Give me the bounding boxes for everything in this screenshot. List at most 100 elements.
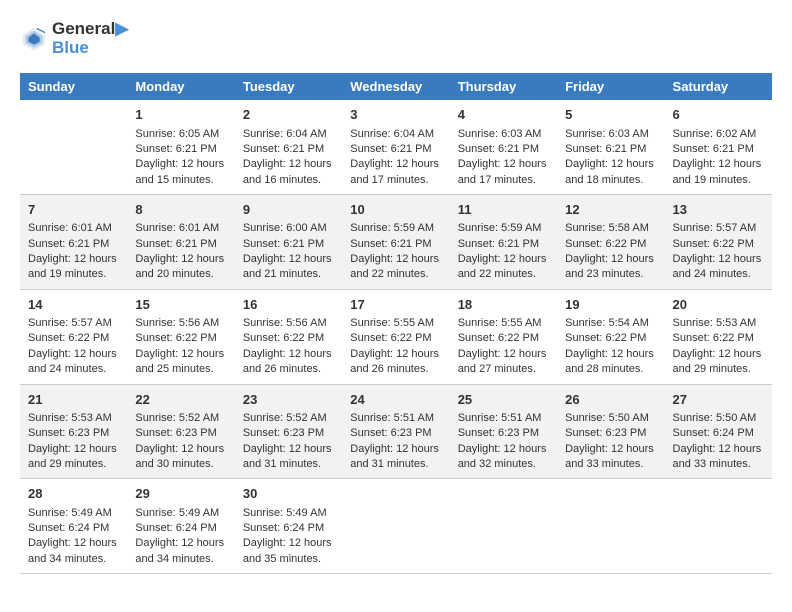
- calendar-cell: 18Sunrise: 5:55 AMSunset: 6:22 PMDayligh…: [450, 289, 557, 384]
- day-info-line: Sunrise: 6:04 AM: [243, 127, 334, 142]
- day-info-line: Daylight: 12 hours: [28, 347, 119, 362]
- day-info-line: and 19 minutes.: [673, 173, 764, 188]
- day-info-line: and 25 minutes.: [135, 362, 226, 377]
- header-cell-tuesday: Tuesday: [235, 73, 342, 100]
- day-info-line: Daylight: 12 hours: [350, 157, 441, 172]
- day-info-line: Daylight: 12 hours: [458, 347, 549, 362]
- calendar-cell: 7Sunrise: 6:01 AMSunset: 6:21 PMDaylight…: [20, 195, 127, 290]
- day-info-line: Daylight: 12 hours: [458, 157, 549, 172]
- calendar-cell: 19Sunrise: 5:54 AMSunset: 6:22 PMDayligh…: [557, 289, 664, 384]
- calendar-cell: [450, 479, 557, 574]
- day-info-line: Sunrise: 5:53 AM: [673, 316, 764, 331]
- day-info-line: Daylight: 12 hours: [28, 252, 119, 267]
- day-number: 19: [565, 296, 656, 314]
- header-row: SundayMondayTuesdayWednesdayThursdayFrid…: [20, 73, 772, 100]
- day-info-line: Sunrise: 5:49 AM: [243, 506, 334, 521]
- day-info-line: Sunrise: 5:59 AM: [350, 221, 441, 236]
- day-info-line: Sunrise: 5:51 AM: [350, 411, 441, 426]
- day-number: 17: [350, 296, 441, 314]
- day-info-line: Daylight: 12 hours: [673, 347, 764, 362]
- day-info-line: Sunrise: 5:49 AM: [135, 506, 226, 521]
- day-info-line: Daylight: 12 hours: [350, 442, 441, 457]
- day-info-line: Sunset: 6:21 PM: [565, 142, 656, 157]
- day-number: 29: [135, 485, 226, 503]
- day-number: 26: [565, 391, 656, 409]
- day-info-line: Daylight: 12 hours: [673, 442, 764, 457]
- day-number: 5: [565, 106, 656, 124]
- day-info-line: and 20 minutes.: [135, 267, 226, 282]
- day-info-line: Sunset: 6:22 PM: [458, 331, 549, 346]
- day-info-line: Sunset: 6:23 PM: [565, 426, 656, 441]
- logo-line1: General▶: [52, 20, 128, 39]
- day-info-line: Sunrise: 6:02 AM: [673, 127, 764, 142]
- calendar-cell: 20Sunrise: 5:53 AMSunset: 6:22 PMDayligh…: [665, 289, 772, 384]
- day-number: 11: [458, 201, 549, 219]
- day-info-line: Daylight: 12 hours: [458, 252, 549, 267]
- day-number: 27: [673, 391, 764, 409]
- header-cell-wednesday: Wednesday: [342, 73, 449, 100]
- page-header: General▶ Blue: [20, 20, 772, 57]
- day-info-line: and 29 minutes.: [673, 362, 764, 377]
- header-cell-friday: Friday: [557, 73, 664, 100]
- day-info-line: Sunrise: 5:57 AM: [673, 221, 764, 236]
- day-info-line: and 19 minutes.: [28, 267, 119, 282]
- day-info-line: Sunset: 6:21 PM: [135, 237, 226, 252]
- day-info-line: Daylight: 12 hours: [135, 442, 226, 457]
- day-number: 9: [243, 201, 334, 219]
- day-info-line: and 27 minutes.: [458, 362, 549, 377]
- day-number: 1: [135, 106, 226, 124]
- day-number: 21: [28, 391, 119, 409]
- day-info-line: Sunset: 6:22 PM: [243, 331, 334, 346]
- day-info-line: Sunrise: 5:49 AM: [28, 506, 119, 521]
- day-info-line: Sunrise: 6:03 AM: [565, 127, 656, 142]
- day-info-line: Daylight: 12 hours: [28, 536, 119, 551]
- day-info-line: Daylight: 12 hours: [565, 252, 656, 267]
- week-row-5: 28Sunrise: 5:49 AMSunset: 6:24 PMDayligh…: [20, 479, 772, 574]
- day-info-line: Sunrise: 5:55 AM: [350, 316, 441, 331]
- day-info-line: Sunset: 6:22 PM: [565, 237, 656, 252]
- day-number: 30: [243, 485, 334, 503]
- day-info-line: Sunset: 6:24 PM: [673, 426, 764, 441]
- day-info-line: Sunrise: 6:00 AM: [243, 221, 334, 236]
- day-info-line: and 29 minutes.: [28, 457, 119, 472]
- day-info-line: Sunrise: 6:03 AM: [458, 127, 549, 142]
- day-info-line: Sunrise: 5:56 AM: [243, 316, 334, 331]
- calendar-cell: [665, 479, 772, 574]
- day-info-line: and 24 minutes.: [28, 362, 119, 377]
- day-info-line: and 31 minutes.: [243, 457, 334, 472]
- day-info-line: Sunrise: 6:01 AM: [28, 221, 119, 236]
- week-row-1: 1Sunrise: 6:05 AMSunset: 6:21 PMDaylight…: [20, 100, 772, 194]
- day-info-line: and 32 minutes.: [458, 457, 549, 472]
- day-info-line: and 17 minutes.: [458, 173, 549, 188]
- day-info-line: Sunset: 6:21 PM: [458, 237, 549, 252]
- day-info-line: Sunset: 6:21 PM: [350, 142, 441, 157]
- header-cell-saturday: Saturday: [665, 73, 772, 100]
- day-number: 13: [673, 201, 764, 219]
- day-info-line: and 26 minutes.: [243, 362, 334, 377]
- calendar-cell: 2Sunrise: 6:04 AMSunset: 6:21 PMDaylight…: [235, 100, 342, 194]
- logo: General▶ Blue: [20, 20, 128, 57]
- day-info-line: and 15 minutes.: [135, 173, 226, 188]
- day-info-line: Sunrise: 6:04 AM: [350, 127, 441, 142]
- day-number: 12: [565, 201, 656, 219]
- day-info-line: Daylight: 12 hours: [135, 347, 226, 362]
- day-info-line: Sunset: 6:22 PM: [673, 237, 764, 252]
- day-info-line: and 22 minutes.: [458, 267, 549, 282]
- day-info-line: Sunset: 6:24 PM: [243, 521, 334, 536]
- day-number: 25: [458, 391, 549, 409]
- day-info-line: Sunrise: 5:56 AM: [135, 316, 226, 331]
- day-number: 23: [243, 391, 334, 409]
- logo-line2: Blue: [52, 39, 128, 58]
- calendar-cell: 29Sunrise: 5:49 AMSunset: 6:24 PMDayligh…: [127, 479, 234, 574]
- day-info-line: Sunset: 6:23 PM: [135, 426, 226, 441]
- calendar-cell: 3Sunrise: 6:04 AMSunset: 6:21 PMDaylight…: [342, 100, 449, 194]
- day-info-line: Daylight: 12 hours: [673, 157, 764, 172]
- day-info-line: and 35 minutes.: [243, 552, 334, 567]
- day-info-line: Sunset: 6:21 PM: [458, 142, 549, 157]
- logo-text-block: General▶ Blue: [52, 20, 128, 57]
- day-info-line: and 33 minutes.: [565, 457, 656, 472]
- day-info-line: Sunrise: 5:54 AM: [565, 316, 656, 331]
- day-info-line: Sunset: 6:22 PM: [350, 331, 441, 346]
- calendar-cell: 14Sunrise: 5:57 AMSunset: 6:22 PMDayligh…: [20, 289, 127, 384]
- day-info-line: Daylight: 12 hours: [350, 347, 441, 362]
